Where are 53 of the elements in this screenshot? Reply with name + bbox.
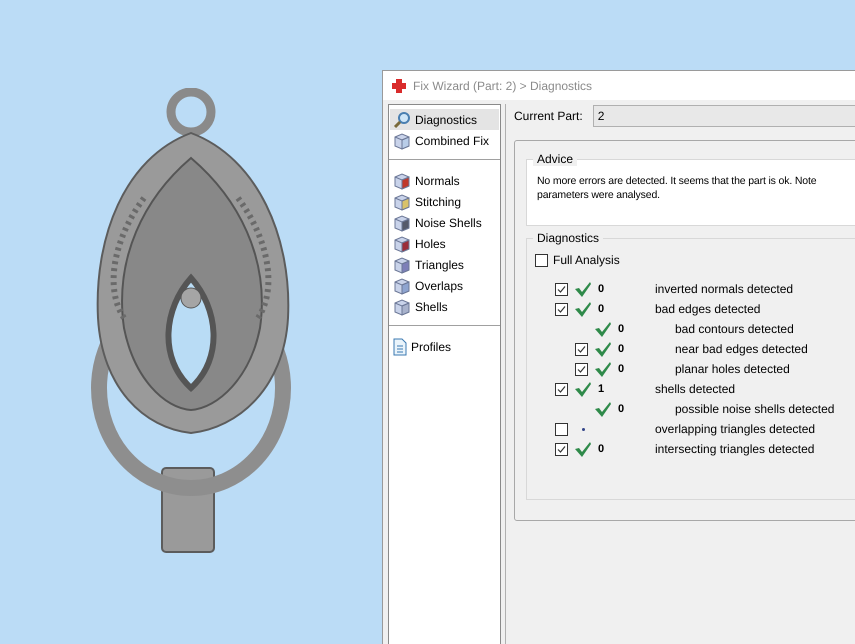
diagnostic-label: intersecting triangles detected bbox=[655, 441, 814, 458]
magnifier-icon bbox=[393, 110, 411, 128]
diagnostic-label: planar holes detected bbox=[674, 361, 790, 378]
cube-icon bbox=[393, 298, 411, 316]
checkbox[interactable] bbox=[535, 254, 548, 266]
document-icon bbox=[393, 338, 407, 356]
checkbox[interactable] bbox=[555, 422, 568, 436]
diagnostic-label: inverted normals detected bbox=[655, 281, 794, 298]
cube-icon bbox=[393, 214, 411, 232]
sidebar-item[interactable]: Holes bbox=[390, 233, 499, 254]
diagnostic-label: possible noise shells detected bbox=[674, 401, 834, 418]
cube-icon bbox=[393, 132, 411, 150]
count-value: 1 bbox=[598, 382, 604, 397]
window-title: Fix Wizard (Part: 2) > Diagnostics bbox=[413, 78, 592, 94]
current-part-field[interactable]: 2 bbox=[592, 105, 855, 127]
plus-icon bbox=[391, 78, 407, 94]
sidebar-item[interactable]: Normals bbox=[390, 170, 499, 191]
count-value: 0 bbox=[618, 322, 624, 337]
diagnostic-label: bad contours detected bbox=[674, 321, 794, 338]
cube-icon bbox=[393, 276, 411, 294]
checkbox[interactable] bbox=[555, 282, 568, 296]
diagnostic-label: near bad edges detected bbox=[674, 341, 808, 358]
diagnostic-label: shells detected bbox=[655, 381, 736, 398]
checkbox[interactable] bbox=[555, 302, 568, 316]
current-part-label: Current Part: bbox=[514, 108, 583, 125]
count-value: 0 bbox=[598, 282, 604, 297]
checkbox[interactable] bbox=[555, 442, 568, 456]
checkbox[interactable] bbox=[555, 382, 568, 396]
sidebar-item[interactable]: Overlaps bbox=[390, 275, 499, 296]
advice-text: No more errors are detected. It seems that the part is ok. Note parameters were analysed. bbox=[537, 174, 818, 202]
diagnostic-label: bad edges detected bbox=[655, 301, 760, 318]
count-value: 0 bbox=[598, 302, 604, 317]
diagnostic-label: overlapping triangles detected bbox=[655, 421, 816, 438]
diagnostics-title: Diagnostics bbox=[533, 231, 604, 245]
sidebar-item[interactable]: Noise Shells bbox=[390, 212, 499, 233]
sidebar-item[interactable]: Shells bbox=[390, 296, 499, 317]
cube-icon bbox=[393, 234, 411, 252]
count-value: 0 bbox=[618, 402, 624, 417]
sidebar-item[interactable]: Combined Fix bbox=[390, 130, 499, 151]
checkbox[interactable] bbox=[575, 362, 588, 376]
count-value: 0 bbox=[618, 342, 624, 357]
sidebar-item[interactable]: Diagnostics bbox=[390, 109, 499, 130]
full-analysis-label: Full Analysis bbox=[553, 252, 620, 269]
advice-title: Advice bbox=[533, 152, 578, 166]
cube-icon bbox=[393, 192, 411, 210]
sidebar-item[interactable]: Profiles bbox=[390, 336, 499, 357]
count-value: 0 bbox=[598, 442, 604, 457]
sidebar-item[interactable]: Stitching bbox=[390, 191, 499, 212]
cube-icon bbox=[393, 256, 411, 274]
sidebar-item[interactable]: Triangles bbox=[390, 254, 499, 275]
cube-icon bbox=[393, 172, 411, 190]
count-value: 0 bbox=[618, 362, 624, 377]
checkbox[interactable] bbox=[575, 342, 588, 356]
